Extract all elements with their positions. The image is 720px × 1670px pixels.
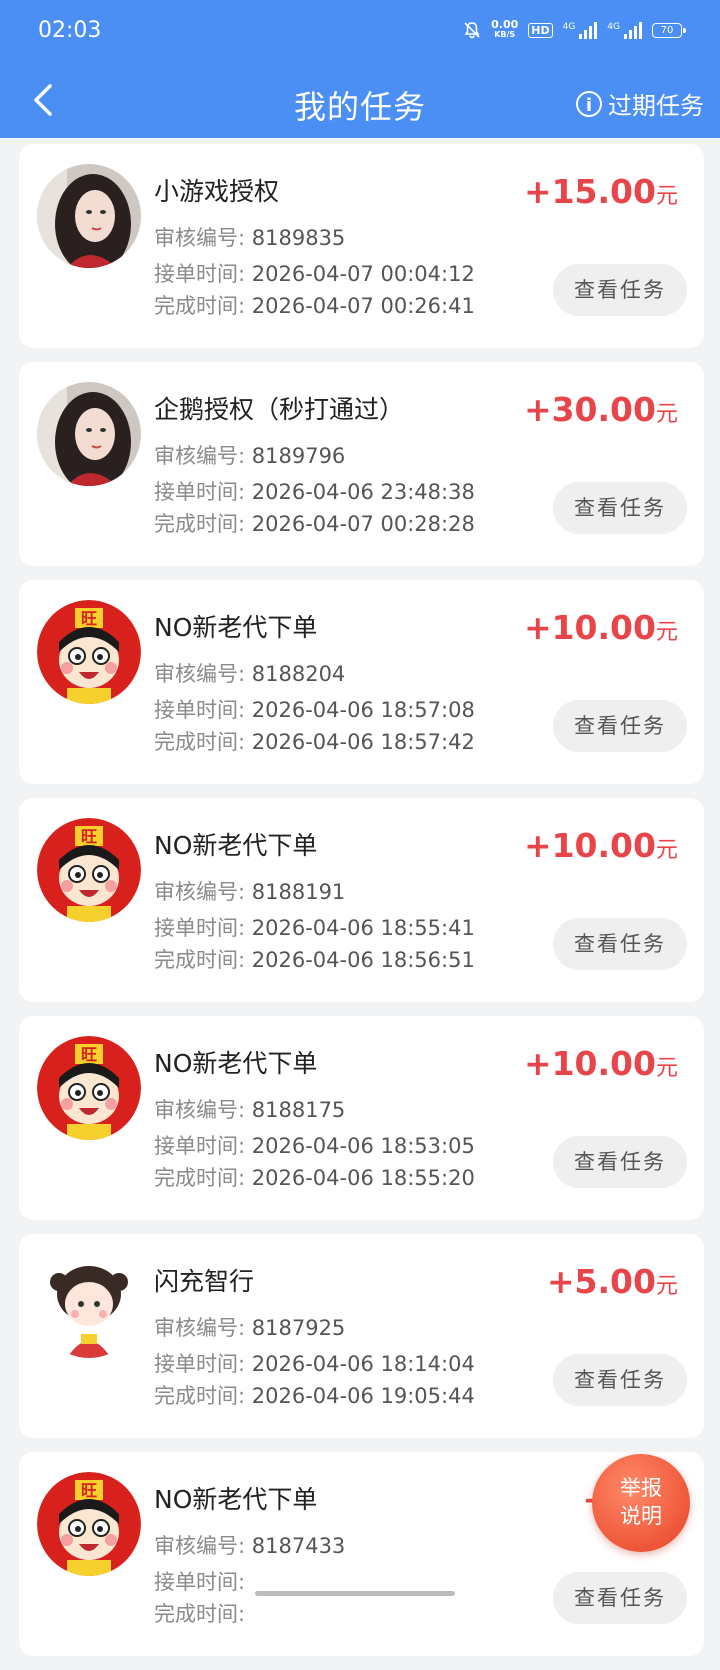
network-speed: 0.00 KB/S — [491, 18, 519, 39]
view-task-button[interactable]: 查看任务 — [553, 1136, 687, 1188]
task-title: NO新老代下单 — [154, 1049, 318, 1078]
task-avatar: 旺 — [37, 818, 141, 922]
task-card[interactable]: 旺 NO新老代下单 审核编号: 8188191 接单时间: 2026-04-06… — [19, 798, 704, 1002]
review-number: 审核编号: 8188204 — [154, 662, 346, 686]
accept-time: 接单时间: 2026-04-06 18:55:41 — [154, 916, 475, 940]
task-reward: +10.00元 — [523, 608, 678, 647]
home-indicator — [255, 1591, 455, 1596]
view-task-button[interactable]: 查看任务 — [553, 918, 687, 970]
task-list: 小游戏授权 审核编号: 8189835 接单时间: 2026-04-07 00:… — [19, 144, 704, 1670]
finish-time: 完成时间: 2026-04-06 18:56:51 — [154, 948, 475, 972]
view-task-button[interactable]: 查看任务 — [553, 1572, 687, 1624]
svg-text:旺: 旺 — [81, 609, 97, 628]
task-reward: +15.00元 — [523, 172, 678, 211]
top-bar: 02:03 0.00 KB/S HD 4G 4G 70 我的任务 i 过期任务 — [0, 0, 720, 138]
task-card[interactable]: 旺 NO新老代下单 审核编号: 8188175 接单时间: 2026-04-06… — [19, 1016, 704, 1220]
task-title: 企鹅授权（秒打通过） — [154, 395, 405, 424]
task-reward: +10.00元 — [523, 1044, 678, 1083]
accept-time: 接单时间: 2026-04-06 18:53:05 — [154, 1134, 475, 1158]
finish-time: 完成时间: 2026-04-06 18:57:42 — [154, 730, 475, 754]
accept-time: 接单时间: — [154, 1570, 246, 1594]
task-avatar: 旺 — [37, 1472, 141, 1576]
task-title: NO新老代下单 — [154, 831, 318, 860]
view-task-button[interactable]: 查看任务 — [553, 1354, 687, 1406]
task-reward: +30.00元 — [523, 390, 678, 429]
review-number: 审核编号: 8187433 — [154, 1534, 346, 1558]
review-number: 审核编号: 8187925 — [154, 1316, 346, 1340]
review-number: 审核编号: 8188191 — [154, 880, 346, 904]
task-avatar — [37, 164, 141, 268]
task-card[interactable]: 小游戏授权 审核编号: 8189835 接单时间: 2026-04-07 00:… — [19, 144, 704, 348]
review-number: 审核编号: 8189796 — [154, 444, 346, 468]
view-task-button[interactable]: 查看任务 — [553, 482, 687, 534]
accept-time: 接单时间: 2026-04-06 18:14:04 — [154, 1352, 475, 1376]
finish-time: 完成时间: 2026-04-07 00:26:41 — [154, 294, 475, 318]
accept-time: 接单时间: 2026-04-06 18:57:08 — [154, 698, 475, 722]
status-icons: 0.00 KB/S HD 4G 4G 70 — [463, 18, 686, 40]
report-help-button[interactable]: 举报 说明 — [592, 1454, 690, 1552]
accept-time: 接单时间: 2026-04-06 23:48:38 — [154, 480, 475, 504]
status-time: 02:03 — [38, 18, 102, 43]
hd-badge: HD — [528, 22, 553, 38]
task-reward: +5.00元 — [546, 1262, 678, 1301]
expired-tasks-label: 过期任务 — [608, 92, 704, 120]
task-title: NO新老代下单 — [154, 613, 318, 642]
finish-time: 完成时间: 2026-04-07 00:28:28 — [154, 512, 475, 536]
svg-text:旺: 旺 — [81, 1045, 97, 1064]
review-number: 审核编号: 8189835 — [154, 226, 346, 250]
task-avatar — [37, 1254, 141, 1358]
task-avatar — [37, 382, 141, 486]
signal-icon-1: 4G — [563, 21, 598, 39]
task-title: NO新老代下单 — [154, 1485, 318, 1514]
accept-time: 接单时间: 2026-04-07 00:04:12 — [154, 262, 475, 286]
view-task-button[interactable]: 查看任务 — [553, 700, 687, 752]
view-task-button[interactable]: 查看任务 — [553, 264, 687, 316]
task-card[interactable]: 企鹅授权（秒打通过） 审核编号: 8189796 接单时间: 2026-04-0… — [19, 362, 704, 566]
signal-icon-2: 4G — [607, 21, 642, 39]
expired-tasks-link[interactable]: i 过期任务 — [576, 86, 704, 121]
finish-time: 完成时间: 2026-04-06 18:55:20 — [154, 1166, 475, 1190]
task-avatar: 旺 — [37, 1036, 141, 1140]
finish-time: 完成时间: — [154, 1602, 246, 1626]
task-title: 小游戏授权 — [154, 177, 280, 206]
task-avatar: 旺 — [37, 600, 141, 704]
task-title: 闪充智行 — [154, 1267, 255, 1296]
svg-text:旺: 旺 — [81, 827, 97, 846]
battery-icon: 70 — [652, 22, 686, 38]
task-card[interactable]: 闪充智行 审核编号: 8187925 接单时间: 2026-04-06 18:1… — [19, 1234, 704, 1438]
finish-time: 完成时间: 2026-04-06 19:05:44 — [154, 1384, 475, 1408]
mute-bell-icon — [464, 22, 480, 39]
task-card[interactable]: 旺 NO新老代下单 审核编号: 8188204 接单时间: 2026-04-06… — [19, 580, 704, 784]
svg-text:旺: 旺 — [81, 1481, 97, 1500]
info-circle-icon: i — [576, 90, 602, 117]
review-number: 审核编号: 8188175 — [154, 1098, 346, 1122]
task-reward: +10.00元 — [523, 826, 678, 865]
